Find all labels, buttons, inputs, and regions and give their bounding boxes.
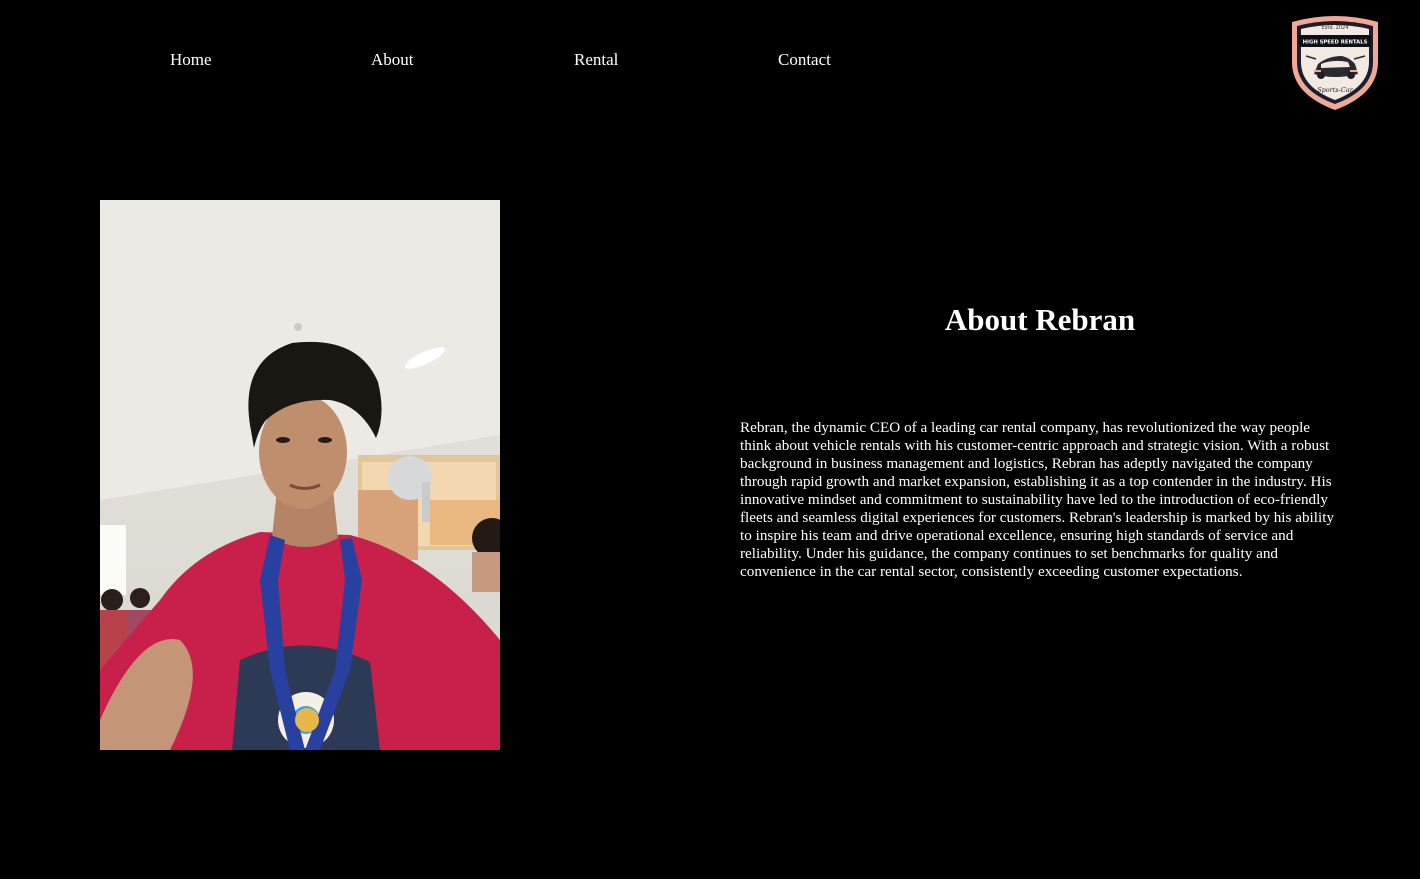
svg-text:Sports-Car: Sports-Car	[1317, 86, 1354, 94]
portrait-photo-image	[100, 200, 500, 750]
ceo-bio-paragraph: Rebran, the dynamic CEO of a leading car…	[740, 419, 1335, 580]
nav-home-link[interactable]: Home	[170, 50, 212, 70]
logo-badge-icon: Estd. 2024 HIGH SPEED RENTALS Sports-Car	[1292, 16, 1378, 110]
ceo-photo	[100, 200, 500, 750]
about-page: Home About Rental Contact Estd. 2024 HIG…	[0, 0, 1420, 879]
nav-contact-link[interactable]: Contact	[778, 50, 831, 70]
high-speed-rentals-logo[interactable]: Estd. 2024 HIGH SPEED RENTALS Sports-Car	[1288, 12, 1382, 112]
svg-text:HIGH SPEED RENTALS: HIGH SPEED RENTALS	[1303, 40, 1368, 46]
nav-rental-link[interactable]: Rental	[574, 50, 618, 70]
svg-text:Estd. 2024: Estd. 2024	[1322, 25, 1349, 31]
page-title: About Rebran	[944, 302, 1136, 337]
nav-about-link[interactable]: About	[371, 50, 414, 70]
